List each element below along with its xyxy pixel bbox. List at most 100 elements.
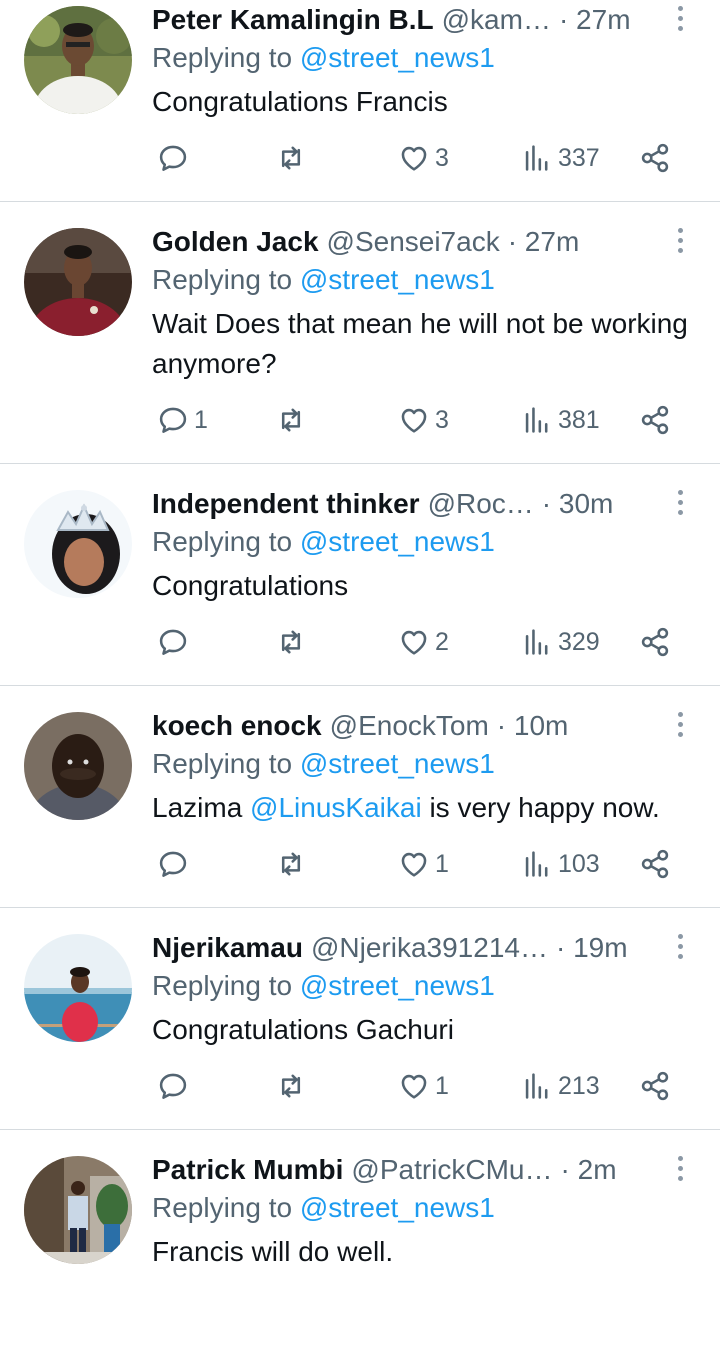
- bar-chart-icon: [525, 407, 548, 433]
- replying-to-label: Replying to: [152, 42, 293, 73]
- like-button[interactable]: 3: [397, 400, 449, 440]
- view-count: 329: [558, 627, 600, 656]
- retweet-arrows-icon: [281, 630, 301, 654]
- display-name[interactable]: Patrick Mumbi: [152, 1148, 343, 1192]
- views-button[interactable]: 213: [520, 1066, 600, 1106]
- action-bar: 1 103: [152, 844, 682, 884]
- share-nodes-icon: [641, 627, 669, 657]
- retweet-button[interactable]: [274, 844, 312, 884]
- avatar[interactable]: [24, 228, 132, 336]
- speech-bubble-icon: [159, 407, 187, 433]
- timestamp[interactable]: · 10m: [497, 704, 569, 748]
- timestamp[interactable]: · 27m: [508, 220, 580, 264]
- avatar[interactable]: [24, 1156, 132, 1264]
- heart-outline-icon: [401, 408, 427, 433]
- replying-to-label: Replying to: [152, 1192, 293, 1223]
- tweet-mention-link[interactable]: @LinusKaikai: [250, 792, 422, 823]
- retweet-arrows-icon: [281, 852, 301, 876]
- share-button[interactable]: [638, 400, 672, 440]
- avatar[interactable]: [24, 6, 132, 114]
- retweet-button[interactable]: [274, 622, 312, 662]
- reply-tweet[interactable]: koech enock @EnockTom · 10m Replying to …: [0, 686, 720, 908]
- reply-button[interactable]: [156, 1066, 194, 1106]
- views-button[interactable]: 381: [520, 400, 600, 440]
- replying-to-line: Replying to @street_news1: [152, 966, 495, 1006]
- reply-feed: Peter Kamalingin B.L @kam… · 27m Replyin…: [0, 0, 720, 1352]
- reply-button[interactable]: [156, 138, 194, 178]
- retweet-button[interactable]: [274, 1066, 312, 1106]
- like-button[interactable]: 1: [397, 1066, 449, 1106]
- user-handle[interactable]: @Njerika391214…: [311, 926, 548, 970]
- share-button[interactable]: [638, 844, 672, 884]
- replying-to-mention[interactable]: @street_news1: [300, 526, 495, 557]
- user-handle[interactable]: @PatrickCMu…: [351, 1148, 552, 1192]
- action-bar: 1 3 381: [152, 400, 682, 440]
- reply-tweet[interactable]: Peter Kamalingin B.L @kam… · 27m Replyin…: [0, 0, 720, 202]
- retweet-arrows-icon: [281, 1074, 301, 1098]
- reply-tweet[interactable]: Patrick Mumbi @PatrickCMu… · 2m Replying…: [0, 1130, 720, 1352]
- more-options-button[interactable]: [670, 934, 690, 964]
- timestamp[interactable]: · 19m: [556, 926, 628, 970]
- replying-to-label: Replying to: [152, 526, 293, 557]
- reply-button[interactable]: [156, 622, 194, 662]
- tweet-header: Independent thinker @Roc… · 30m: [152, 482, 672, 526]
- display-name[interactable]: koech enock: [152, 704, 322, 748]
- replying-to-mention[interactable]: @street_news1: [300, 42, 495, 73]
- user-handle[interactable]: @EnockTom: [330, 704, 489, 748]
- views-button[interactable]: 103: [520, 844, 600, 884]
- heart-outline-icon: [401, 630, 427, 655]
- views-button[interactable]: 329: [520, 622, 600, 662]
- display-name[interactable]: Golden Jack: [152, 220, 319, 264]
- more-options-button[interactable]: [670, 712, 690, 742]
- user-handle[interactable]: @kam…: [442, 0, 551, 42]
- action-bar: 2 329: [152, 622, 682, 662]
- bar-chart-icon: [525, 1073, 548, 1099]
- speech-bubble-icon: [159, 851, 187, 877]
- view-count: 103: [558, 849, 600, 878]
- reply-tweet[interactable]: Independent thinker @Roc… · 30m Replying…: [0, 464, 720, 686]
- reply-count: 1: [194, 405, 208, 434]
- timestamp[interactable]: · 27m: [559, 0, 631, 42]
- timestamp[interactable]: · 30m: [542, 482, 614, 526]
- like-button[interactable]: 3: [397, 138, 449, 178]
- display-name[interactable]: Peter Kamalingin B.L: [152, 0, 434, 42]
- timestamp[interactable]: · 2m: [561, 1148, 617, 1192]
- more-options-button[interactable]: [670, 1156, 690, 1186]
- share-nodes-icon: [641, 849, 669, 879]
- more-options-button[interactable]: [670, 6, 690, 36]
- replying-to-line: Replying to @street_news1: [152, 38, 495, 78]
- avatar[interactable]: [24, 712, 132, 820]
- heart-outline-icon: [401, 146, 427, 171]
- reply-button[interactable]: 1: [156, 400, 208, 440]
- tweet-text: Congratulations: [152, 570, 349, 601]
- more-options-button[interactable]: [670, 490, 690, 520]
- view-count: 213: [558, 1071, 600, 1100]
- avatar[interactable]: [24, 934, 132, 1042]
- share-button[interactable]: [638, 622, 672, 662]
- retweet-button[interactable]: [274, 138, 312, 178]
- like-button[interactable]: 1: [397, 844, 449, 884]
- more-options-button[interactable]: [670, 228, 690, 258]
- user-handle[interactable]: @Sensei7ack: [327, 220, 500, 264]
- reply-button[interactable]: [156, 844, 194, 884]
- user-handle[interactable]: @Roc…: [428, 482, 534, 526]
- share-button[interactable]: [638, 138, 672, 178]
- display-name[interactable]: Njerikamau: [152, 926, 303, 970]
- replying-to-mention[interactable]: @street_news1: [300, 264, 495, 295]
- retweet-arrows-icon: [281, 408, 301, 432]
- replying-to-mention[interactable]: @street_news1: [300, 970, 495, 1001]
- views-button[interactable]: 337: [520, 138, 600, 178]
- reply-tweet[interactable]: Golden Jack @Sensei7ack · 27m Replying t…: [0, 202, 720, 464]
- avatar[interactable]: [24, 490, 132, 598]
- replying-to-mention[interactable]: @street_news1: [300, 748, 495, 779]
- display-name[interactable]: Independent thinker: [152, 482, 420, 526]
- replying-to-mention[interactable]: @street_news1: [300, 1192, 495, 1223]
- tweet-text: Congratulations Francis: [152, 86, 448, 117]
- reply-tweet[interactable]: Njerikamau @Njerika391214… · 19m Replyin…: [0, 908, 720, 1130]
- replying-to-line: Replying to @street_news1: [152, 522, 495, 562]
- replying-to-line: Replying to @street_news1: [152, 1188, 495, 1228]
- share-button[interactable]: [638, 1066, 672, 1106]
- retweet-button[interactable]: [274, 400, 312, 440]
- like-button[interactable]: 2: [397, 622, 449, 662]
- avatar-photo: [24, 1156, 132, 1264]
